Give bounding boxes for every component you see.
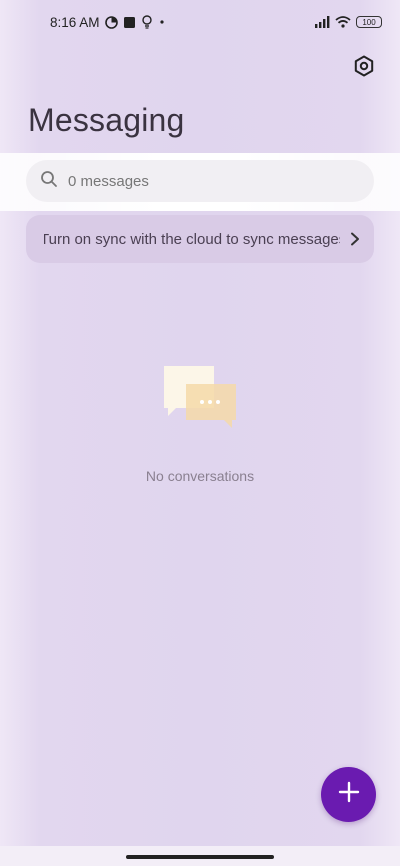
plus-icon	[338, 781, 360, 808]
battery-level: 100	[362, 17, 376, 27]
wifi-icon	[335, 16, 351, 28]
search-icon	[40, 170, 58, 193]
battery-icon: 100	[356, 16, 382, 28]
status-left: 8:16 AM	[50, 15, 166, 30]
search-placeholder: 0 messages	[68, 172, 149, 190]
empty-state-text: No conversations	[145, 468, 255, 484]
home-indicator[interactable]	[126, 855, 274, 859]
sync-banner-text: Turn on sync with the cloud to sync mess…	[44, 230, 340, 248]
status-time: 8:16 AM	[50, 14, 100, 30]
new-conversation-button[interactable]	[321, 767, 376, 822]
cloud-sync-banner[interactable]: Turn on sync with the cloud to sync mess…	[26, 215, 374, 263]
lightbulb-icon	[141, 15, 153, 29]
signal-icon	[314, 16, 330, 28]
page-title: Messaging	[28, 102, 185, 138]
notification-square-icon	[123, 16, 136, 29]
status-bar: 8:16 AM 100	[0, 0, 400, 44]
settings-hex-icon	[353, 55, 375, 82]
status-right: 100	[314, 16, 382, 28]
data-saver-icon	[104, 15, 118, 29]
chevron-right-icon	[340, 232, 360, 246]
settings-button[interactable]	[350, 54, 378, 82]
more-dot-icon	[158, 18, 166, 26]
search-bar[interactable]: 0 messages	[26, 160, 374, 202]
empty-conversations-illustration	[162, 364, 240, 430]
